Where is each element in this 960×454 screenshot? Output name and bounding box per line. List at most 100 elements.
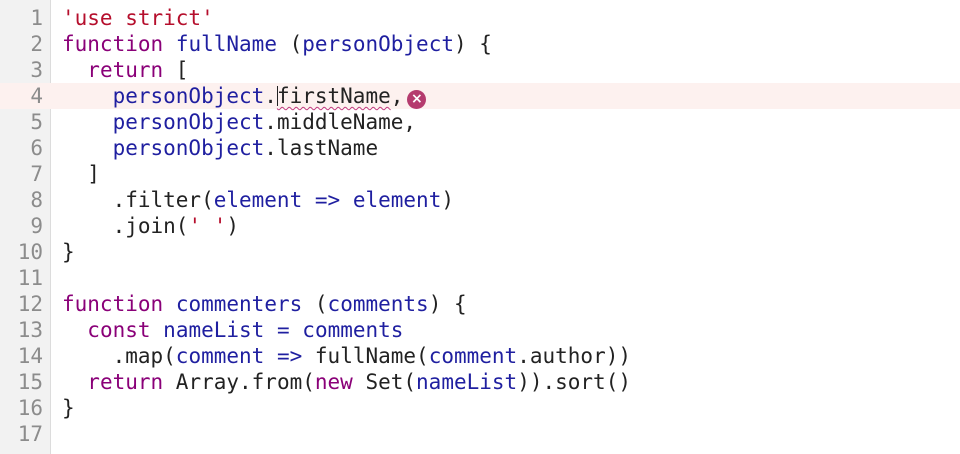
code-text[interactable]: function commenters (comments) { [62,291,467,317]
line-number: 16 [17,396,43,420]
code-token: ) { [428,292,467,316]
code-token: ] [62,162,100,186]
code-token: )).sort() [517,370,631,394]
line-number: 6 [30,136,43,160]
code-text[interactable]: function fullName (personObject) { [62,31,492,57]
code-token: => [276,344,303,368]
code-line[interactable]: 6 personObject.lastName [0,135,960,161]
code-token: personObject [112,110,265,134]
code-line[interactable]: 11 [0,265,960,291]
line-number: 1 [30,6,43,30]
code-text[interactable]: 'use strict' [62,5,214,31]
line-number: 5 [30,110,43,134]
code-line[interactable]: 2 function fullName (personObject) { [0,31,960,57]
code-token: [ [163,58,189,82]
code-line[interactable]: 7 ] [0,161,960,187]
line-number: 15 [17,370,43,394]
code-line[interactable]: 15 return Array.from(new Set(nameList)).… [0,369,960,395]
code-token: } [62,396,75,420]
code-line[interactable]: 10} [0,239,960,265]
code-token: ( [302,292,328,316]
code-line[interactable]: 14 .map(comment => fullName(comment.auth… [0,343,960,369]
code-token: .map( [62,344,176,368]
code-token: element [352,188,442,212]
code-token: personObject [302,32,454,56]
code-token: = [276,318,290,342]
code-token: .middleName, [264,110,417,134]
code-token: 'use strict' [62,6,214,30]
line-number: 13 [17,318,43,342]
code-token: const [87,318,151,342]
code-line[interactable]: 12 function commenters (comments) { [0,291,960,317]
code-token: nameList [416,370,518,394]
code-token: .author)) [517,344,632,368]
code-line[interactable]: 4 personObject.firstName, × [0,83,960,109]
code-token: ) [226,214,240,238]
code-text[interactable]: .filter(element => element) [62,187,454,213]
code-token: function [62,292,164,316]
code-token: personObject [112,84,265,108]
line-number: 11 [17,266,43,290]
code-token: commenters [175,292,303,316]
error-token: firstName [276,84,391,108]
code-text[interactable]: return [ [62,57,188,83]
code-editor[interactable]: 1 'use strict' 2 function fullName (personO… [0,0,960,454]
code-text[interactable]: return Array.from(new Set(nameList)).sor… [62,369,631,395]
code-line[interactable]: 5 personObject.middleName, [0,109,960,135]
code-token: fullName [175,32,277,56]
code-line[interactable]: 9 .join(' ') [0,213,960,239]
line-number: 12 [17,292,43,316]
code-token: .lastName [264,136,379,160]
code-token: , [390,84,404,108]
error-icon[interactable]: × [407,90,427,109]
code-token: .join( [62,214,189,238]
code-line[interactable]: 13 const nameList = comments [0,317,960,343]
code-token: => [314,188,341,212]
code-token: ( [276,32,303,56]
code-text[interactable]: ] [62,161,100,187]
code-token: comments [302,318,404,342]
code-token: Set( [352,370,417,394]
code-token: comment [175,344,265,368]
code-text[interactable]: .join(' ') [62,213,239,239]
code-text[interactable]: personObject.firstName, × [62,83,427,109]
code-token: . [264,84,277,108]
line-number: 3 [30,58,43,82]
code-line[interactable]: 8 .filter(element => element) [0,187,960,213]
code-token: ' ' [188,214,227,238]
code-line[interactable]: 16} [0,395,960,421]
code-token: personObject [112,136,265,160]
code-text[interactable]: personObject.middleName, [62,109,416,135]
line-number: 9 [30,214,43,238]
line-number: 7 [30,162,43,186]
code-text[interactable]: const nameList = comments [62,317,403,343]
line-number: 4 [30,84,43,108]
code-text[interactable]: } [62,395,75,421]
code-token: comment [428,344,518,368]
code-line[interactable]: 17 [0,421,960,447]
code-line[interactable]: 3 return [ [0,57,960,83]
code-token: comments [327,292,429,316]
code-text[interactable]: .map(comment => fullName(comment.author)… [62,343,631,369]
code-token: return [87,370,164,394]
code-line[interactable]: 1 'use strict' [0,5,960,31]
line-number: 10 [17,240,43,264]
code-token: nameList [163,318,265,342]
code-token: new [314,370,353,394]
code-text[interactable]: } [62,239,75,265]
code-text[interactable]: personObject.lastName [62,135,379,161]
code-token: fullName( [302,344,429,368]
code-token: ) { [453,32,492,56]
